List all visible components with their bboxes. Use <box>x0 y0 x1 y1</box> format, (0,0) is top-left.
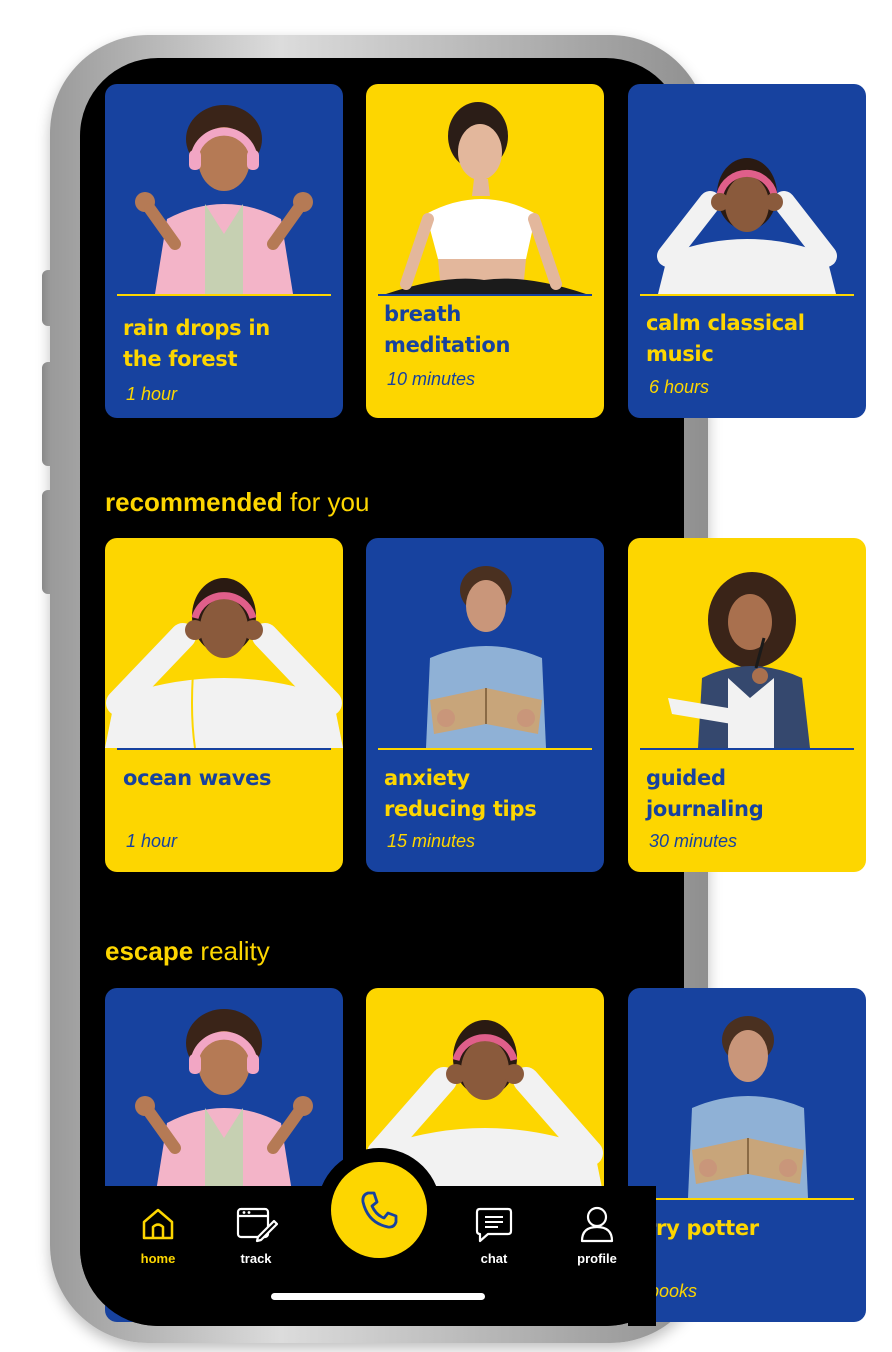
card-divider <box>640 1198 854 1200</box>
card-title: guided journaling <box>646 763 856 825</box>
chat-icon <box>475 1207 513 1243</box>
man-headphones-icon <box>105 578 343 748</box>
man-headphones-icon <box>657 158 837 294</box>
card-title: ocean waves <box>123 763 333 794</box>
card-duration: 30 minutes <box>649 831 738 851</box>
card-title-line: breath <box>384 302 461 326</box>
woman-journaling-icon <box>668 572 810 748</box>
card-title-line: the forest <box>123 347 238 371</box>
home-icon <box>142 1208 174 1240</box>
card-duration: 10 minutes <box>387 369 476 389</box>
card-title-line: journaling <box>646 797 764 821</box>
section-title-escape: escape reality <box>105 936 270 967</box>
profile-icon <box>580 1206 614 1243</box>
nav-profile[interactable]: profile <box>557 1205 637 1266</box>
card-title-line: rry potter <box>646 1216 759 1240</box>
woman-headphones-meditating-icon <box>135 1009 313 1198</box>
track-icon <box>236 1207 279 1243</box>
card-divider <box>117 294 331 296</box>
card-title: breath meditation <box>384 299 594 361</box>
card-title-line: music <box>646 342 714 366</box>
card-title-line: anxiety <box>384 766 470 790</box>
card-title: calm classical music <box>646 308 856 370</box>
call-button[interactable] <box>331 1162 427 1258</box>
card-title-line: rain drops in <box>123 316 270 340</box>
card-ocean-waves[interactable]: ocean waves 1 hour <box>105 538 343 872</box>
card-divider <box>378 748 592 750</box>
card-harry-potter[interactable]: rry potter books <box>628 988 866 1322</box>
nav-chat-label: chat <box>480 1251 508 1266</box>
section-title-bold: escape <box>105 936 194 966</box>
card-title-line: guided <box>646 766 726 790</box>
card-divider <box>378 294 592 296</box>
man-reading-book-icon <box>688 1016 808 1198</box>
nav-chat[interactable]: chat <box>454 1205 534 1266</box>
card-divider <box>640 748 854 750</box>
card-breath-meditation[interactable]: breath meditation 10 minutes <box>366 84 604 418</box>
home-indicator[interactable] <box>271 1293 485 1300</box>
card-title: anxiety reducing tips <box>384 763 594 825</box>
card-calm-classical[interactable]: calm classical music 6 hours <box>628 84 866 418</box>
card-title: rain drops in the forest <box>123 313 333 375</box>
nav-track-label: track <box>240 1251 272 1266</box>
section-title-light: for you <box>289 487 370 517</box>
card-title-line: ocean waves <box>123 766 272 790</box>
nav-home-label: home <box>140 1251 176 1266</box>
card-duration: 6 hours <box>649 377 710 397</box>
card-duration: books <box>649 1281 698 1301</box>
card-divider <box>117 748 331 750</box>
card-title-line: calm classical <box>646 311 805 335</box>
card-title: rry potter <box>646 1213 856 1244</box>
woman-breathing-icon <box>386 102 586 294</box>
man-reading-book-icon <box>426 566 546 748</box>
card-duration: 1 hour <box>126 831 178 851</box>
section-title-recommended: recommended for you <box>105 487 369 518</box>
phone-icon <box>361 1191 398 1229</box>
nav-track[interactable]: track <box>216 1205 296 1266</box>
card-divider <box>640 294 854 296</box>
card-title-line: reducing tips <box>384 797 537 821</box>
card-guided-journaling[interactable]: guided journaling 30 minutes <box>628 538 866 872</box>
card-title-line: meditation <box>384 333 511 357</box>
woman-headphones-meditating-icon <box>135 105 313 294</box>
card-rain-drops[interactable]: rain drops in the forest 1 hour <box>105 84 343 418</box>
section-title-bold: recommended <box>105 487 283 517</box>
nav-profile-label: profile <box>577 1251 617 1266</box>
card-duration: 1 hour <box>126 384 178 404</box>
card-duration: 15 minutes <box>387 831 476 851</box>
nav-home[interactable]: home <box>118 1205 198 1266</box>
card-anxiety-tips[interactable]: anxiety reducing tips 15 minutes <box>366 538 604 872</box>
section-title-light: reality <box>200 936 270 966</box>
